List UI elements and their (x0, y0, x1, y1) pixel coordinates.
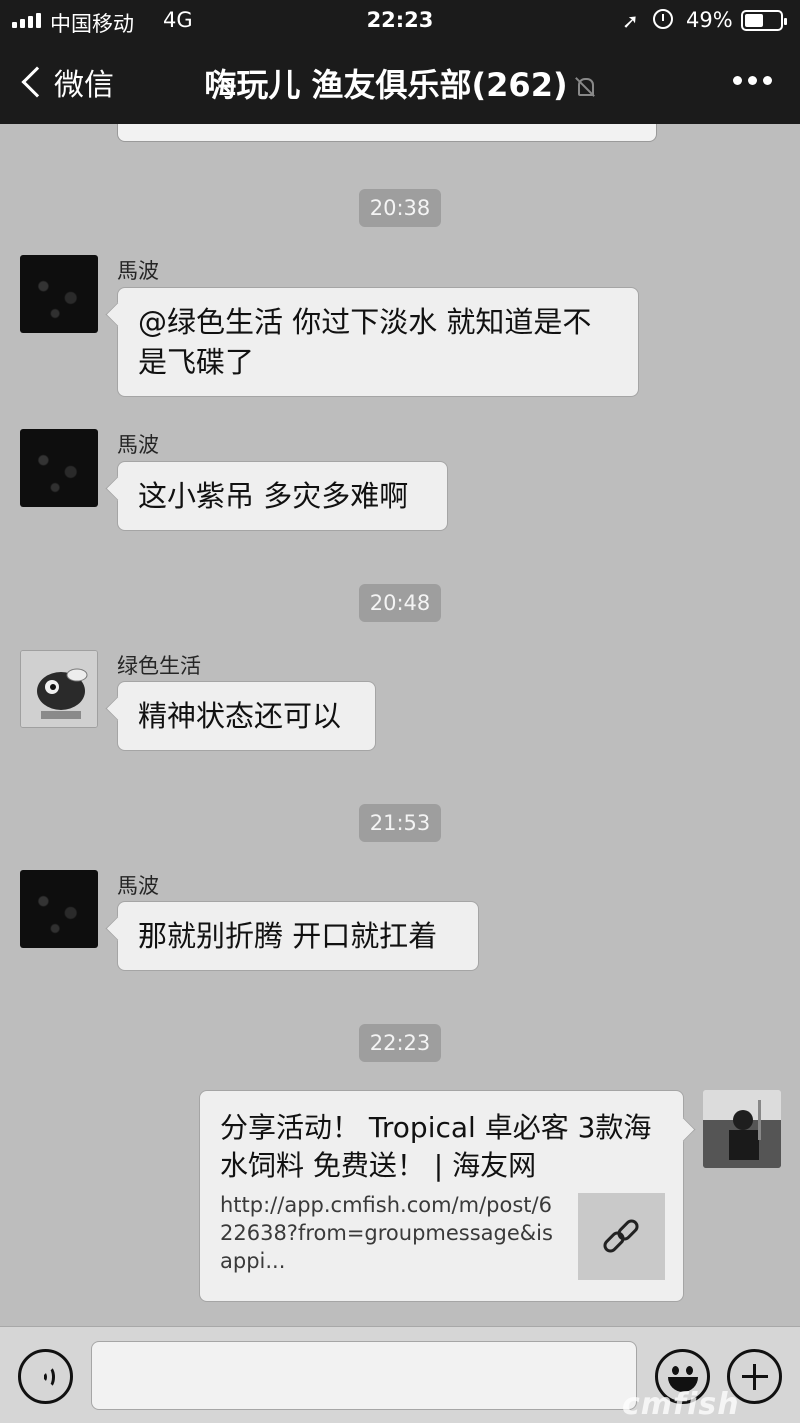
my-avatar[interactable] (703, 1090, 781, 1168)
bee-avatar-icon (21, 651, 97, 727)
sender-name: 馬波 (117, 259, 159, 283)
message-bubble[interactable]: 那就别折腾 开口就扛着 (117, 901, 479, 971)
avatar[interactable] (20, 650, 98, 728)
chat-title: 嗨玩儿 渔友俱乐部(262) (150, 60, 650, 106)
message-input[interactable] (91, 1341, 637, 1410)
chat-area[interactable]: 20:38 馬波 @绿色生活 你过下淡水 就知道是不是飞碟了 馬波 这小紫吊 多… (0, 124, 800, 1326)
person-avatar-icon (703, 1090, 781, 1168)
clock: 22:23 (366, 8, 434, 32)
avatar[interactable] (20, 429, 98, 507)
top-bar: 中国移动 4G 22:23 ➚ 49% 微信 嗨玩儿 渔友俱乐部(262) (0, 0, 800, 124)
battery-icon (741, 10, 787, 31)
watermark: cmfish (622, 1387, 740, 1422)
alarm-icon (653, 9, 673, 29)
avatar[interactable] (20, 870, 98, 948)
sender-name: 绿色生活 (117, 654, 201, 678)
timestamp: 21:53 (0, 804, 800, 842)
battery-percent: 49% (686, 8, 733, 32)
sender-name: 馬波 (117, 874, 159, 898)
sender-name: 馬波 (117, 433, 159, 457)
avatar[interactable] (20, 255, 98, 333)
link-thumbnail (578, 1193, 665, 1280)
message-bubble[interactable]: @绿色生活 你过下淡水 就知道是不是飞碟了 (117, 287, 639, 397)
link-card-url: http://app.cmfish.com/m/post/622638?from… (220, 1193, 553, 1273)
link-icon (600, 1216, 642, 1257)
back-label: 微信 (54, 68, 114, 103)
status-bar: 中国移动 4G 22:23 ➚ 49% (0, 0, 800, 42)
timestamp-label: 20:38 (358, 189, 442, 227)
location-arrow-icon: ➚ (622, 9, 639, 33)
timestamp-label: 22:23 (358, 1024, 442, 1062)
timestamp: 20:48 (0, 584, 800, 622)
link-card-message[interactable]: 分享活动！ Tropical 卓必客 3款海水饲料 免费送！ | 海友网 htt… (199, 1090, 684, 1302)
mute-bell-icon (574, 76, 596, 98)
timestamp-label: 21:53 (358, 804, 442, 842)
previous-message-bubble[interactable] (117, 124, 657, 142)
chevron-left-icon (21, 66, 53, 98)
timestamp-label: 20:48 (358, 584, 442, 622)
more-options-button[interactable] (733, 76, 772, 85)
link-card-title: 分享活动！ Tropical 卓必客 3款海水饲料 免费送！ | 海友网 (220, 1111, 652, 1182)
timestamp: 20:38 (0, 189, 800, 227)
chat-title-text: 嗨玩儿 渔友俱乐部(262) (204, 66, 568, 104)
back-button[interactable]: 微信 (18, 60, 114, 104)
timestamp: 22:23 (0, 1024, 800, 1062)
message-bubble[interactable]: 这小紫吊 多灾多难啊 (117, 461, 448, 531)
message-bubble[interactable]: 精神状态还可以 (117, 681, 376, 751)
voice-input-button[interactable] (18, 1349, 73, 1404)
